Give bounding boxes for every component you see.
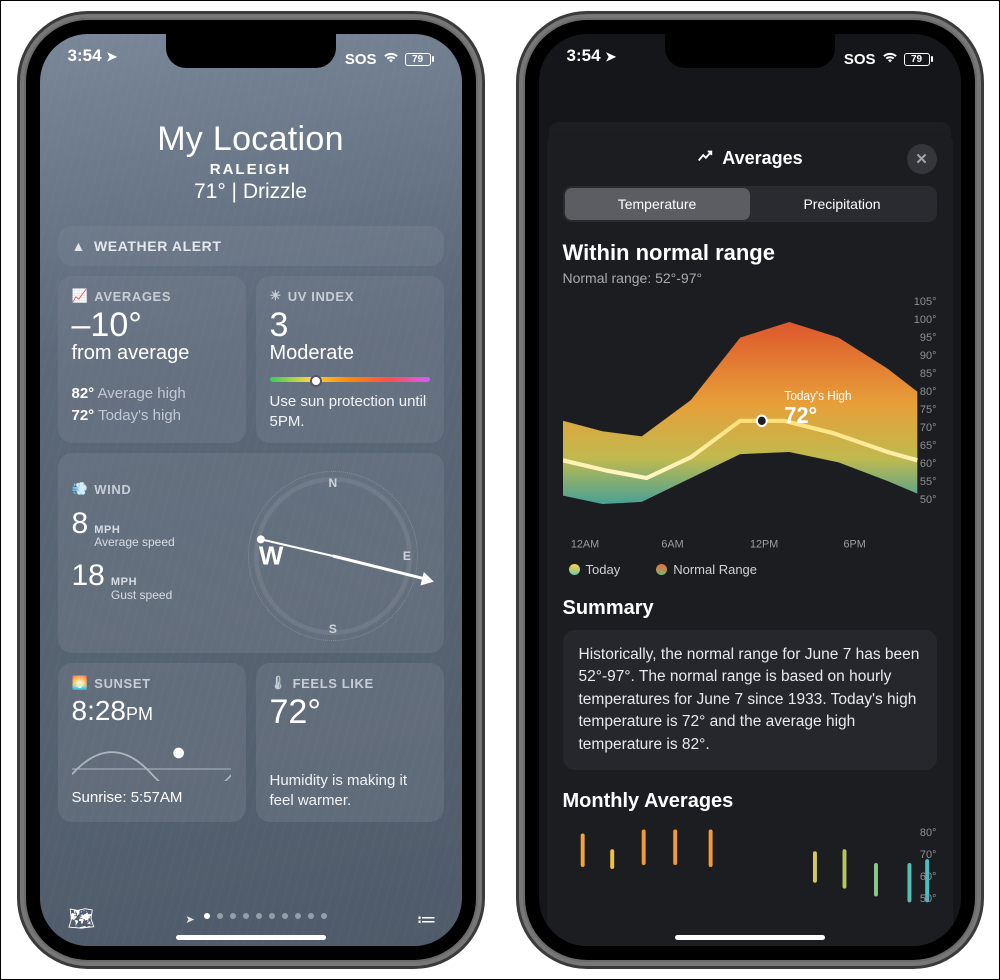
wind-avg-label: Average speed [94,535,175,549]
tab-precipitation[interactable]: Precipitation [750,188,935,220]
home-indicator[interactable] [176,935,326,940]
tab-temperature[interactable]: Temperature [565,188,750,220]
list-icon[interactable]: ≔ [417,907,434,932]
uv-note: Use sun protection until 5PM. [270,392,430,431]
svg-text:6PM: 6PM [843,538,865,550]
avg-high-label: Average high [98,385,186,402]
location-arrow-icon: ➤ [185,913,194,926]
svg-text:12PM: 12PM [750,538,778,550]
sunset-title: SUNSET [94,676,150,691]
averages-delta-sub: from average [72,342,232,365]
location-services-icon: ➤ [106,49,117,64]
chart-up-icon: 📈 [72,288,89,304]
chart-annotation-value: 72° [784,402,817,428]
sun-curve [72,737,232,787]
wind-icon: 💨 [72,481,89,497]
chart-up-icon [696,147,714,170]
status-time: 3:54 [68,46,102,65]
battery-icon: 79 [405,53,434,66]
today-high-label: Today's high [98,407,181,424]
phone-right: 3:54 ➤ SOS 79 Averages ✕ Temperature Pre… [525,20,975,960]
home-indicator[interactable] [675,935,825,940]
bottom-nav: 🗺︎ ➤ ≔ [40,906,462,932]
sunset-time: 8:28 [72,695,127,726]
device-notch [665,34,835,68]
wind-avg-val: 8 [72,507,89,541]
weather-alert-label: WEATHER ALERT [94,238,222,254]
status-time: 3:54 [567,46,601,65]
summary-title: Summary [563,597,937,620]
wifi-icon [383,51,399,68]
uv-level: Moderate [270,342,430,365]
legend-swatch-today [569,564,580,575]
wind-compass: N S E W [236,465,429,641]
status-sos: SOS [844,51,876,68]
wind-avg-unit: MPH [94,524,120,536]
feelslike-title: FEELS LIKE [293,676,374,691]
legend-today: Today [586,562,621,577]
compass-n: N [328,476,337,490]
uv-index: 3 [270,308,430,342]
compass-e: E [403,549,411,563]
header: My Location RALEIGH 71° | Drizzle [58,120,444,204]
monthly-title: Monthly Averages [563,790,937,813]
wind-title: WIND [94,482,131,497]
sunset-card[interactable]: 🌅 SUNSET 8:28PM Sunrise: 5:57AM [58,663,246,822]
uv-title: UV INDEX [288,289,354,304]
averages-delta: –10° [72,308,232,342]
feelslike-card[interactable]: 🌡 FEELS LIKE 72° Humidity is making it fe… [256,663,444,822]
avg-high-value: 82° [72,385,95,402]
weather-home[interactable]: My Location RALEIGH 71° | Drizzle ▲ WEAT… [40,34,462,946]
summary-body: Historically, the normal range for June … [563,630,937,770]
weather-alert-card[interactable]: ▲ WEATHER ALERT [58,226,444,266]
svg-text:12AM: 12AM [570,538,598,550]
status-sos: SOS [345,51,377,68]
map-icon[interactable]: 🗺︎ [68,906,96,932]
uv-spectrum [270,377,430,382]
monthly-chart[interactable]: 80° 70° 60° 50° [563,821,937,907]
wifi-icon [882,51,898,68]
normal-range-line: Normal range: 52°-97° [563,270,937,286]
current-conditions: 71° | Drizzle [58,180,444,204]
today-high-value: 72° [72,407,95,424]
close-button[interactable]: ✕ [907,144,937,174]
warning-icon: ▲ [72,238,86,254]
location-title: My Location [58,120,444,159]
compass-needle-to [332,555,426,581]
location-city: RALEIGH [58,161,444,178]
thermometer-icon: 🌡 [270,675,287,691]
sunset-ampm: PM [126,704,153,724]
feelslike-note: Humidity is making it feel warmer. [270,771,430,810]
battery-icon: 79 [904,53,933,66]
sheet-title: Averages [722,148,802,169]
averages-card[interactable]: 📈 AVERAGES –10° from average 82° Average … [58,276,246,443]
tab-segmented[interactable]: Temperature Precipitation [563,186,937,222]
wind-card[interactable]: 💨WIND 8 MPHAverage speed 18 MPHGust spee… [58,453,444,653]
chart-legend: Today Normal Range [563,562,937,577]
device-notch [166,34,336,68]
sun-icon: ☀︎ [270,288,282,304]
feelslike-temp: 72° [270,695,430,729]
averages-sheet: Averages ✕ Temperature Precipitation Wit… [547,130,953,946]
headline: Within normal range [563,240,937,266]
chart-annotation-title: Today's High [784,389,851,403]
legend-range: Normal Range [673,562,757,577]
averages-title: AVERAGES [94,289,171,304]
wind-gust-val: 18 [72,559,105,593]
legend-swatch-range [656,564,667,575]
wind-gust-label: Gust speed [111,588,172,602]
temperature-chart[interactable]: Today's High 72° 12AM 6AM 12PM 6PM 105°1… [563,296,937,556]
sunrise-line: Sunrise: 5:57AM [72,789,232,806]
sunset-icon: 🌅 [72,675,89,691]
svg-text:6AM: 6AM [661,538,683,550]
compass-s: S [329,622,337,636]
compass-w: W [259,541,284,572]
wind-gust-unit: MPH [111,576,137,588]
page-dots[interactable]: ➤ [185,913,326,926]
uv-card[interactable]: ☀︎ UV INDEX 3 Moderate Use sun protection… [256,276,444,443]
location-services-icon: ➤ [605,49,616,64]
phone-left: 3:54 ➤ SOS 79 My Location RALEIGH 71° | … [26,20,476,960]
